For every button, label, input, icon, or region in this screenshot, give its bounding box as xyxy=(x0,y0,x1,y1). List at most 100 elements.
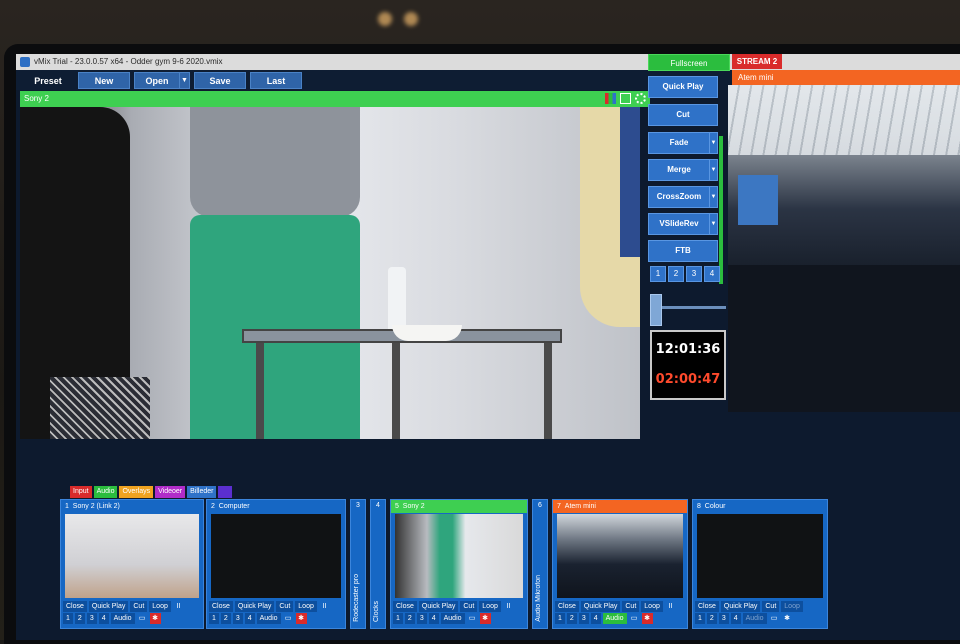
quick-play-button[interactable]: Quick Play xyxy=(720,601,761,612)
overlay-2-button[interactable]: 2 xyxy=(404,613,415,624)
pause-icon[interactable]: II xyxy=(173,601,184,612)
transition-number[interactable]: 3 xyxy=(686,266,702,282)
loop-button[interactable]: Loop xyxy=(149,601,171,612)
gear-icon[interactable]: ✱ xyxy=(782,613,793,624)
crosszoom-button[interactable]: CrossZoom ▼ xyxy=(648,186,718,208)
audio-button-active[interactable]: Audio xyxy=(602,613,627,624)
cut-button[interactable]: Cut xyxy=(276,601,294,612)
input-card-8[interactable]: 8 Colour Close Quick Play Cut Loop 1 2 3… xyxy=(692,499,828,629)
tab-billeder[interactable]: Billeder xyxy=(187,486,217,498)
color-bars-icon[interactable] xyxy=(605,93,616,104)
monitor-icon[interactable]: ▭ xyxy=(467,613,478,624)
t-bar-handle[interactable] xyxy=(650,294,662,326)
close-button[interactable]: Close xyxy=(63,601,87,612)
overlay-4-button[interactable]: 4 xyxy=(98,613,109,624)
gear-icon[interactable]: ✱ xyxy=(641,613,653,624)
audio-button[interactable]: Audio xyxy=(256,613,281,624)
overlay-1-button[interactable]: 1 xyxy=(209,613,219,624)
last-button[interactable]: Last xyxy=(250,72,302,89)
loop-button[interactable]: Loop xyxy=(641,601,663,612)
open-button[interactable]: Open ▼ xyxy=(134,72,190,89)
gear-icon[interactable]: ✱ xyxy=(295,613,307,624)
monitor-icon[interactable] xyxy=(620,93,631,104)
input-thumbnail[interactable] xyxy=(65,514,199,598)
input-card-5[interactable]: 5 Sony 2 Close Quick Play Cut Loop II 1 … xyxy=(390,499,528,629)
quick-play-button[interactable]: Quick Play xyxy=(234,601,275,612)
overlay-2-button[interactable]: 2 xyxy=(74,613,85,624)
preset-button[interactable]: Preset xyxy=(20,72,76,89)
overlay-3-button[interactable]: 3 xyxy=(416,613,427,624)
tab-extra[interactable] xyxy=(218,486,233,498)
overlay-1-button[interactable]: 1 xyxy=(393,613,403,624)
pause-icon[interactable]: II xyxy=(503,601,514,612)
loop-button[interactable]: Loop xyxy=(295,601,317,612)
audio-button[interactable]: Audio xyxy=(110,613,135,624)
input-thumbnail[interactable] xyxy=(211,514,341,598)
ftb-button[interactable]: FTB xyxy=(648,240,718,262)
chevron-down-icon[interactable]: ▼ xyxy=(179,73,189,88)
monitor-icon[interactable]: ▭ xyxy=(283,613,294,624)
input-thumbnail[interactable] xyxy=(557,514,683,598)
loop-button[interactable]: Loop xyxy=(781,601,803,612)
overlay-3-button[interactable]: 3 xyxy=(718,613,729,624)
gear-icon[interactable]: ✱ xyxy=(149,613,161,624)
cut-button[interactable]: Cut xyxy=(622,601,640,612)
transition-number[interactable]: 1 xyxy=(650,266,666,282)
cut-button[interactable]: Cut xyxy=(460,601,478,612)
audio-button[interactable]: Audio xyxy=(742,613,767,624)
merge-button[interactable]: Merge ▼ xyxy=(648,159,718,181)
overlay-2-button[interactable]: 2 xyxy=(566,613,577,624)
chevron-down-icon[interactable]: ▼ xyxy=(709,214,717,234)
quick-play-button[interactable]: Quick Play xyxy=(418,601,459,612)
monitor-icon[interactable]: ▭ xyxy=(629,613,640,624)
quick-play-button[interactable]: Quick Play xyxy=(580,601,621,612)
overlay-1-button[interactable]: 1 xyxy=(555,613,565,624)
save-button[interactable]: Save xyxy=(194,72,246,89)
transition-number[interactable]: 4 xyxy=(704,266,720,282)
input-card-1[interactable]: 1 Sony 2 (Link 2) Close Quick Play Cut L… xyxy=(60,499,204,629)
close-button[interactable]: Close xyxy=(209,601,233,612)
output-video[interactable] xyxy=(728,85,960,412)
gear-icon[interactable]: ✱ xyxy=(479,613,491,624)
input-card-7[interactable]: 7 Atem mini Close Quick Play Cut Loop II… xyxy=(552,499,688,629)
tab-input[interactable]: Input xyxy=(70,486,92,498)
tab-audio[interactable]: Audio xyxy=(93,486,118,498)
close-button[interactable]: Close xyxy=(695,601,719,612)
vslide-button[interactable]: VSlideRev ▼ xyxy=(648,213,718,235)
cut-button[interactable]: Cut xyxy=(648,104,718,126)
loop-button[interactable]: Loop xyxy=(479,601,501,612)
overlay-1-button[interactable]: 1 xyxy=(695,613,705,624)
monitor-icon[interactable]: ▭ xyxy=(769,613,780,624)
overlay-4-button[interactable]: 4 xyxy=(730,613,741,624)
tab-videoer[interactable]: Videoer xyxy=(155,486,186,498)
fullscreen-button[interactable]: Fullscreen xyxy=(648,54,730,71)
input-thumbnail[interactable] xyxy=(395,514,523,598)
close-button[interactable]: Close xyxy=(393,601,417,612)
stream-badge[interactable]: STREAM 2 xyxy=(732,54,782,69)
cut-button[interactable]: Cut xyxy=(130,601,148,612)
overlay-2-button[interactable]: 2 xyxy=(706,613,717,624)
overlay-4-button[interactable]: 4 xyxy=(590,613,601,624)
monitor-icon[interactable]: ▭ xyxy=(137,613,148,624)
input-thumbnail[interactable] xyxy=(697,514,823,598)
pause-icon[interactable]: II xyxy=(665,601,676,612)
cut-button[interactable]: Cut xyxy=(762,601,780,612)
overlay-3-button[interactable]: 3 xyxy=(232,613,243,624)
overlay-3-button[interactable]: 3 xyxy=(86,613,97,624)
chevron-down-icon[interactable]: ▼ xyxy=(709,160,717,180)
input-card-3[interactable]: 3 Rodecaster pro xyxy=(350,499,366,629)
new-button[interactable]: New xyxy=(78,72,130,89)
pause-icon[interactable]: II xyxy=(319,601,330,612)
chevron-down-icon[interactable]: ▼ xyxy=(709,133,717,153)
fade-button[interactable]: Fade ▼ xyxy=(648,132,718,154)
audio-button[interactable]: Audio xyxy=(440,613,465,624)
quick-play-button[interactable]: Quick Play xyxy=(88,601,129,612)
input-card-6[interactable]: 6 Audio Mikrofon xyxy=(532,499,548,629)
overlay-2-button[interactable]: 2 xyxy=(220,613,231,624)
input-card-2[interactable]: 2 Computer Close Quick Play Cut Loop II … xyxy=(206,499,346,629)
overlay-1-button[interactable]: 1 xyxy=(63,613,73,624)
overlay-3-button[interactable]: 3 xyxy=(578,613,589,624)
input-card-4[interactable]: 4 Clocks xyxy=(370,499,386,629)
preview-video[interactable] xyxy=(20,107,640,439)
tab-overlays[interactable]: Overlays xyxy=(119,486,154,498)
